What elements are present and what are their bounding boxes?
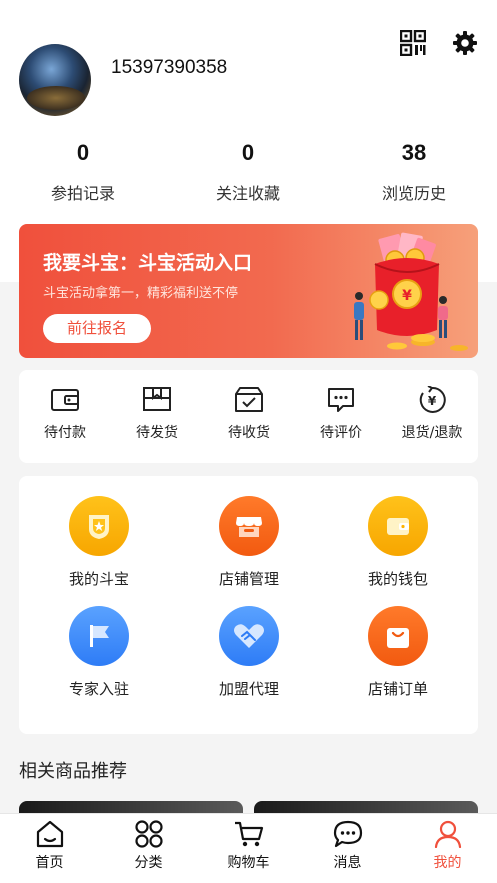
service-label: 我的钱包 (367, 570, 428, 588)
wallet-icon (368, 496, 428, 556)
bottom-tab-bar: 首页 分类 购物车 消息 我的 (0, 813, 497, 883)
service-shop-management[interactable]: 店铺管理 (189, 496, 309, 589)
service-label: 专家入驻 (68, 680, 129, 698)
shopping-bag-icon (368, 606, 428, 666)
avatar[interactable] (19, 44, 91, 116)
svg-text:¥: ¥ (428, 394, 437, 408)
red-envelope-illustration-icon: ¥ (354, 232, 468, 351)
tab-cart[interactable]: 购物车 (199, 820, 298, 872)
refund-icon: ¥ (419, 386, 446, 413)
order-label: 退货/退款 (401, 425, 463, 441)
tab-home[interactable]: 首页 (0, 820, 99, 872)
register-button[interactable]: 前往报名 (43, 314, 151, 343)
cart-icon (234, 821, 263, 847)
service-label: 加盟代理 (218, 680, 279, 698)
user-phone: 15397390358 (111, 57, 228, 78)
service-label: 店铺管理 (218, 570, 279, 588)
shop-icon (219, 496, 279, 556)
message-icon (333, 820, 362, 848)
svg-text:¥: ¥ (402, 288, 412, 304)
recommend-title: 相关商品推荐 (19, 761, 127, 782)
home-icon (36, 820, 63, 848)
event-banner[interactable]: 我要斗宝：斗宝活动入口 斗宝活动拿第一，精彩福利送不停 前往报名 ¥ (19, 224, 478, 358)
tab-label: 消息 (333, 855, 362, 871)
stat-bids[interactable]: 0 参拍记录 (3, 140, 163, 204)
stat-favorites[interactable]: 0 关注收藏 (168, 140, 328, 204)
stat-value: 0 (241, 140, 255, 165)
tab-label: 我的 (433, 855, 462, 871)
delivery-box-icon (235, 387, 263, 412)
order-label: 待发货 (136, 425, 178, 441)
services-panel: 我的斗宝 店铺管理 我的钱包 专家入驻 加盟代理 店铺订单 (19, 476, 478, 734)
category-icon (134, 820, 163, 848)
qr-code-icon[interactable] (400, 30, 426, 56)
order-pending-shipment[interactable]: 待发货 (111, 386, 203, 442)
service-label: 我的斗宝 (68, 570, 129, 588)
stat-history[interactable]: 38 浏览历史 (334, 140, 494, 204)
service-expert-join[interactable]: 专家入驻 (39, 606, 159, 699)
tab-messages[interactable]: 消息 (298, 820, 397, 872)
flag-icon (69, 606, 129, 666)
stat-label: 关注收藏 (215, 184, 280, 203)
order-pending-payment[interactable]: 待付款 (19, 386, 111, 442)
banner-title: 我要斗宝：斗宝活动入口 (43, 252, 253, 274)
stat-label: 浏览历史 (381, 184, 446, 203)
service-label: 店铺订单 (367, 680, 428, 698)
tab-profile[interactable]: 我的 (398, 820, 497, 872)
box-icon (143, 387, 171, 411)
profile-icon (434, 820, 461, 848)
stat-label: 参拍记录 (50, 184, 115, 203)
order-pending-receipt[interactable]: 待收货 (203, 386, 295, 442)
service-my-doubao[interactable]: 我的斗宝 (39, 496, 159, 589)
tab-label: 分类 (134, 855, 163, 871)
order-refund[interactable]: ¥ 退货/退款 (386, 386, 478, 442)
wallet-icon (51, 389, 79, 411)
order-status-panel: 待付款 待发货 待收货 待评价 ¥ 退货/退款 (19, 370, 478, 463)
order-label: 待收货 (228, 425, 270, 441)
tab-label: 首页 (35, 855, 64, 871)
service-shop-orders[interactable]: 店铺订单 (338, 606, 458, 699)
comment-icon (328, 388, 354, 412)
badge-icon (69, 496, 129, 556)
order-pending-review[interactable]: 待评价 (295, 386, 387, 442)
stat-value: 38 (401, 140, 427, 165)
banner-subtitle: 斗宝活动拿第一，精彩福利送不停 (43, 286, 239, 301)
service-franchise-agent[interactable]: 加盟代理 (189, 606, 309, 699)
tab-category[interactable]: 分类 (99, 820, 198, 872)
handshake-icon (219, 606, 279, 666)
stat-value: 0 (76, 140, 90, 165)
order-label: 待评价 (320, 425, 362, 441)
service-my-wallet[interactable]: 我的钱包 (338, 496, 458, 589)
settings-gear-icon[interactable] (452, 30, 478, 56)
tab-label: 购物车 (227, 855, 270, 871)
order-label: 待付款 (44, 425, 86, 441)
